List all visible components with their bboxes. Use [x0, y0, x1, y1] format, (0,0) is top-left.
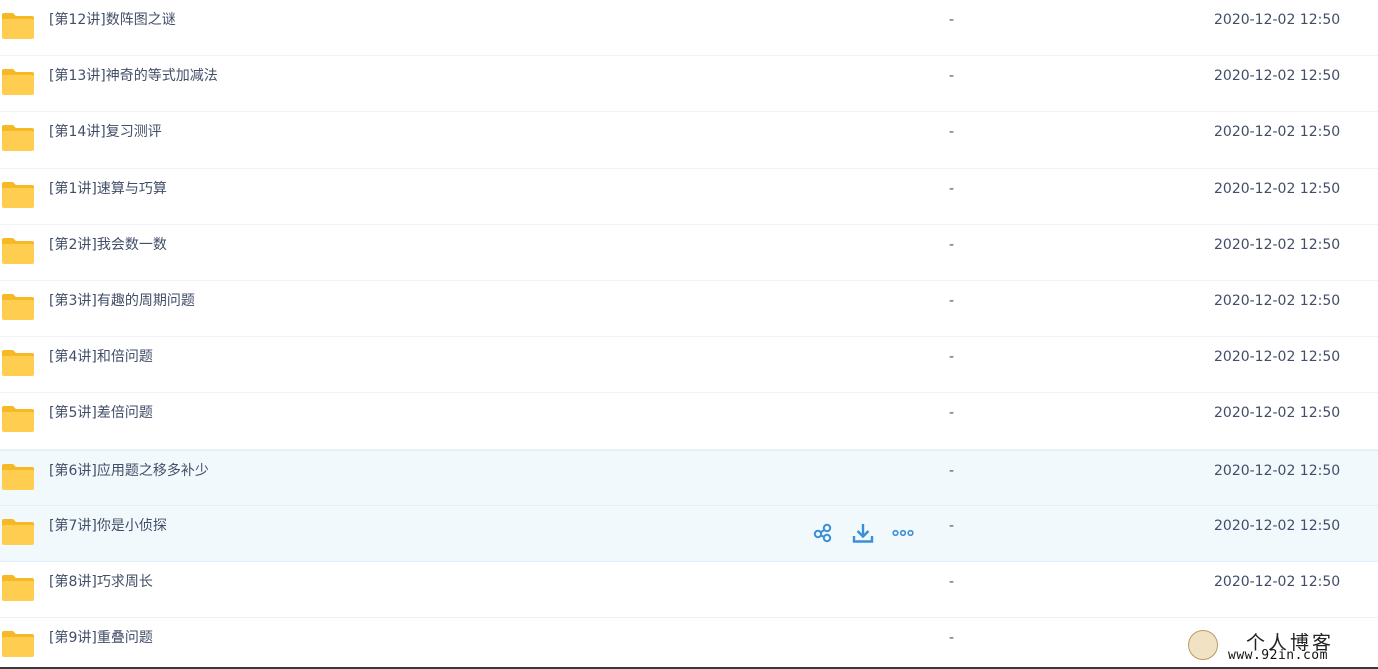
- row-actions: [811, 521, 915, 545]
- more-icon: [892, 529, 914, 536]
- file-size: -: [949, 349, 955, 366]
- folder-icon: [2, 518, 34, 545]
- more-button[interactable]: [891, 521, 915, 545]
- file-row[interactable]: [第5讲]差倍问题 - 2020-12-02 12:50: [0, 393, 1378, 450]
- folder-icon: [2, 631, 34, 658]
- file-row[interactable]: [第2讲]我会数一数 - 2020-12-02 12:50: [0, 225, 1378, 281]
- watermark: 个人博客 www.92in.com: [1186, 628, 1366, 666]
- folder-icon: [2, 13, 34, 39]
- file-row[interactable]: [第13讲]神奇的等式加减法 - 2020-12-02 12:50: [0, 56, 1378, 113]
- file-size: -: [949, 405, 955, 422]
- download-button[interactable]: [851, 521, 875, 545]
- file-date: 2020-12-02 12:50: [1214, 462, 1341, 479]
- file-date: 2020-12-02 12:50: [1214, 517, 1341, 534]
- folder-icon: [2, 181, 34, 208]
- file-name[interactable]: [第8讲]巧求周长: [49, 562, 153, 602]
- file-date: 2020-12-02 12:50: [1214, 124, 1341, 141]
- file-date: 2020-12-02 12:50: [1214, 349, 1341, 366]
- file-size: -: [949, 180, 955, 197]
- file-name[interactable]: [第1讲]速算与巧算: [49, 169, 167, 209]
- file-size: -: [949, 462, 955, 479]
- folder-icon: [2, 463, 34, 490]
- share-button[interactable]: [811, 521, 835, 545]
- file-list: [第12讲]数阵图之谜 - 2020-12-02 12:50 [第13讲]神奇的…: [0, 0, 1378, 669]
- file-row-highlighted[interactable]: [第6讲]应用题之移多补少 - 2020-12-02 12:50: [0, 449, 1378, 506]
- file-row[interactable]: [第12讲]数阵图之谜 - 2020-12-02 12:50: [0, 0, 1378, 57]
- file-size: -: [949, 573, 955, 590]
- watermark-url: www.92in.com: [1228, 648, 1328, 663]
- file-name[interactable]: [第3讲]有趣的周期问题: [49, 281, 195, 321]
- file-size: -: [949, 630, 955, 647]
- folder-icon: [2, 69, 34, 96]
- file-date: 2020-12-02 12:50: [1214, 573, 1341, 590]
- folder-icon: [2, 125, 34, 152]
- file-date: 2020-12-02 12:50: [1214, 12, 1341, 28]
- file-row[interactable]: [第4讲]和倍问题 - 2020-12-02 12:50: [0, 337, 1378, 394]
- file-row[interactable]: [第8讲]巧求周长 - 2020-12-02 12:50: [0, 562, 1378, 619]
- folder-icon: [2, 237, 34, 264]
- file-date: 2020-12-02 12:50: [1214, 68, 1341, 85]
- file-date: 2020-12-02 12:50: [1214, 292, 1341, 309]
- file-name[interactable]: [第6讲]应用题之移多补少: [49, 451, 209, 491]
- file-date: 2020-12-02 12:50: [1214, 236, 1341, 253]
- file-name[interactable]: [第12讲]数阵图之谜: [49, 0, 176, 40]
- file-row[interactable]: [第3讲]有趣的周期问题 - 2020-12-02 12:50: [0, 281, 1378, 338]
- folder-icon: [2, 293, 34, 320]
- file-size: -: [949, 517, 955, 534]
- file-date: 2020-12-02 12:50: [1214, 180, 1341, 197]
- file-name[interactable]: [第7讲]你是小侦探: [49, 506, 167, 546]
- file-size: -: [949, 292, 955, 309]
- file-name[interactable]: [第13讲]神奇的等式加减法: [49, 56, 218, 96]
- folder-icon: [2, 350, 34, 377]
- file-name[interactable]: [第2讲]我会数一数: [49, 225, 167, 265]
- folder-icon: [2, 574, 34, 601]
- file-name[interactable]: [第9讲]重叠问题: [49, 618, 153, 658]
- file-size: -: [949, 236, 955, 253]
- file-row-hovered[interactable]: [第7讲]你是小侦探 - 2020-12-02 12:50: [0, 505, 1378, 562]
- file-date: 2020-12-02 12:50: [1214, 405, 1341, 422]
- folder-icon: [2, 406, 34, 433]
- file-row[interactable]: [第9讲]重叠问题 -: [0, 618, 1378, 669]
- file-size: -: [949, 68, 955, 85]
- share-icon: [813, 523, 832, 542]
- file-name[interactable]: [第5讲]差倍问题: [49, 393, 153, 433]
- file-row[interactable]: [第1讲]速算与巧算 - 2020-12-02 12:50: [0, 169, 1378, 225]
- file-row[interactable]: [第14讲]复习测评 - 2020-12-02 12:50: [0, 112, 1378, 169]
- watermark-avatar-icon: [1188, 630, 1218, 660]
- file-size: -: [949, 124, 955, 141]
- file-name[interactable]: [第14讲]复习测评: [49, 112, 162, 152]
- download-icon: [852, 523, 874, 543]
- file-name[interactable]: [第4讲]和倍问题: [49, 337, 153, 377]
- file-size: -: [949, 12, 955, 28]
